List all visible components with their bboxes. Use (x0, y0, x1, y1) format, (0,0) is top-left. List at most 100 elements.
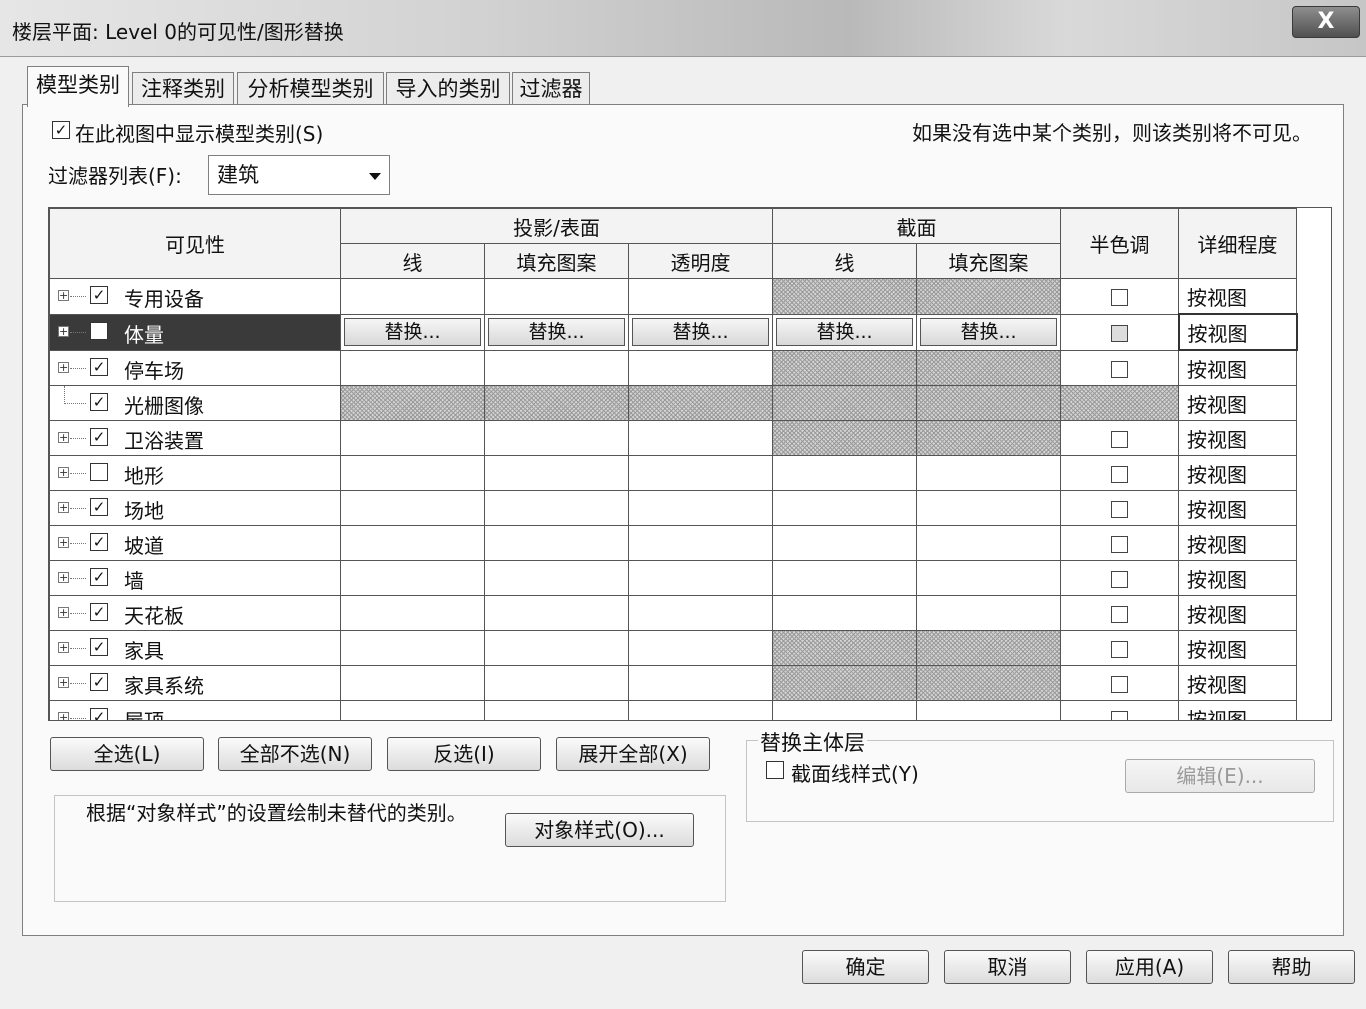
transparency-cell[interactable] (628, 278, 773, 315)
halftone-checkbox[interactable] (1111, 289, 1128, 307)
category-visibility-checkbox[interactable]: ✓ (90, 428, 108, 446)
halftone-cell[interactable] (1060, 420, 1179, 456)
expand-icon[interactable]: + (58, 432, 69, 443)
category-name-cell[interactable]: + ✓ 停车场 (49, 349, 341, 386)
cut-lines-cell[interactable] (772, 490, 917, 526)
category-visibility-checkbox[interactable] (90, 463, 108, 481)
expand-icon[interactable]: + (58, 502, 69, 513)
edit-button[interactable]: 编辑(E)... (1125, 759, 1315, 793)
detail-level-cell[interactable]: 按视图 (1178, 385, 1297, 421)
projection-patterns-cell[interactable] (484, 420, 629, 456)
cut-patterns-cell[interactable] (916, 595, 1061, 631)
halftone-cell[interactable] (1060, 349, 1179, 386)
cut-lines-cell[interactable] (772, 525, 917, 561)
tab-model-categories[interactable]: 模型类别 (27, 66, 129, 107)
detail-level-cell[interactable]: 按视图 (1178, 349, 1297, 386)
category-visibility-checkbox[interactable]: ✓ (90, 708, 108, 720)
transparency-cell[interactable] (628, 630, 773, 666)
halftone-checkbox[interactable] (1111, 676, 1128, 693)
detail-level-cell[interactable]: 按视图 (1178, 490, 1297, 526)
table-row[interactable]: + ✓ 家具系统 按视图 (49, 665, 1297, 701)
table-row[interactable]: + 地形 按视图 (49, 455, 1297, 491)
transparency-cell[interactable] (628, 349, 773, 386)
projection-lines-cell[interactable] (340, 420, 485, 456)
expand-icon[interactable]: + (58, 537, 69, 548)
category-visibility-checkbox[interactable]: ✓ (90, 321, 108, 340)
halftone-checkbox[interactable] (1111, 431, 1128, 448)
category-visibility-checkbox[interactable]: ✓ (90, 603, 108, 621)
category-name-cell[interactable]: + ✓ 坡道 (49, 525, 341, 561)
table-row[interactable]: + ✓ 体量 替换... 替换... 替换... 替换... 替换... 按视图 (49, 313, 1298, 351)
help-button[interactable]: 帮助 (1228, 950, 1355, 984)
projection-patterns-cell[interactable] (484, 525, 629, 561)
category-name-cell[interactable]: + 地形 (49, 455, 341, 491)
category-name-cell[interactable]: + ✓ 屋顶 (49, 700, 341, 720)
detail-level-cell[interactable]: 按视图 (1178, 700, 1297, 720)
table-row[interactable]: + ✓ 墙 按视图 (49, 560, 1297, 596)
detail-level-cell[interactable]: 按视图 (1178, 455, 1297, 491)
detail-level-cell[interactable]: 按视图 (1178, 560, 1297, 596)
projection-patterns-cell[interactable] (484, 349, 629, 386)
detail-level-cell[interactable]: 按视图 (1178, 525, 1297, 561)
override-button[interactable]: 替换... (920, 318, 1057, 346)
halftone-cell[interactable] (1060, 525, 1179, 561)
halftone-checkbox[interactable] (1111, 536, 1128, 553)
halftone-checkbox[interactable] (1110, 325, 1128, 342)
expand-icon[interactable]: + (58, 572, 69, 583)
cut-lines-cell[interactable] (772, 455, 917, 491)
detail-level-cell[interactable]: 按视图 (1178, 420, 1297, 456)
cut-line-styles-checkbox[interactable] (766, 761, 784, 779)
projection-patterns-cell[interactable] (484, 490, 629, 526)
transparency-cell[interactable]: 替换... (628, 313, 773, 351)
category-visibility-checkbox[interactable]: ✓ (90, 393, 108, 411)
halftone-cell[interactable] (1060, 560, 1179, 596)
transparency-cell[interactable] (628, 525, 773, 561)
tab-imported-categories[interactable]: 导入的类别 (386, 72, 510, 105)
table-row[interactable]: + ✓ 家具 按视图 (49, 630, 1297, 666)
override-button[interactable]: 替换... (632, 318, 769, 346)
cut-lines-cell[interactable] (772, 595, 917, 631)
transparency-cell[interactable] (628, 455, 773, 491)
apply-button[interactable]: 应用(A) (1086, 950, 1213, 984)
detail-level-cell[interactable]: 按视图 (1177, 313, 1298, 351)
expand-icon[interactable]: + (58, 290, 69, 301)
tab-filters[interactable]: 过滤器 (512, 72, 590, 105)
projection-lines-cell[interactable] (340, 455, 485, 491)
projection-lines-cell[interactable] (340, 560, 485, 596)
category-visibility-checkbox[interactable]: ✓ (90, 568, 108, 586)
halftone-cell[interactable] (1060, 700, 1179, 720)
category-visibility-checkbox[interactable]: ✓ (90, 357, 108, 376)
projection-patterns-cell[interactable] (484, 560, 629, 596)
expand-icon[interactable]: + (58, 642, 69, 653)
filter-list-select[interactable]: 建筑 (208, 155, 390, 195)
close-button[interactable]: X (1292, 6, 1360, 38)
projection-lines-cell[interactable] (340, 525, 485, 561)
override-button[interactable]: 替换... (488, 318, 625, 346)
projection-lines-cell[interactable] (340, 490, 485, 526)
category-name-cell[interactable]: + ✓ 天花板 (49, 595, 341, 631)
halftone-cell[interactable] (1060, 665, 1179, 701)
halftone-cell[interactable] (1060, 278, 1179, 315)
projection-patterns-cell[interactable] (484, 700, 629, 720)
projection-lines-cell[interactable] (340, 278, 485, 315)
category-name-cell[interactable]: + ✓ 场地 (49, 490, 341, 526)
halftone-cell[interactable] (1060, 630, 1179, 666)
detail-level-cell[interactable]: 按视图 (1178, 278, 1297, 315)
halftone-checkbox[interactable] (1111, 466, 1128, 483)
cut-patterns-cell[interactable] (916, 455, 1061, 491)
select-none-button[interactable]: 全部不选(N) (218, 737, 372, 771)
transparency-cell[interactable] (628, 420, 773, 456)
table-row[interactable]: + ✓ 场地 按视图 (49, 490, 1297, 526)
halftone-checkbox[interactable] (1111, 501, 1128, 518)
projection-lines-cell[interactable] (340, 630, 485, 666)
category-visibility-checkbox[interactable]: ✓ (90, 638, 108, 656)
table-row[interactable]: ✓ 光栅图像 按视图 (49, 385, 1297, 421)
show-model-categories-checkbox[interactable]: ✓ (52, 121, 70, 139)
projection-patterns-cell[interactable] (484, 455, 629, 491)
projection-lines-cell[interactable] (340, 700, 485, 720)
invert-selection-button[interactable]: 反选(I) (387, 737, 541, 771)
category-visibility-checkbox[interactable]: ✓ (90, 533, 108, 551)
projection-patterns-cell[interactable]: 替换... (484, 313, 629, 351)
detail-level-cell[interactable]: 按视图 (1178, 595, 1297, 631)
cancel-button[interactable]: 取消 (944, 950, 1071, 984)
